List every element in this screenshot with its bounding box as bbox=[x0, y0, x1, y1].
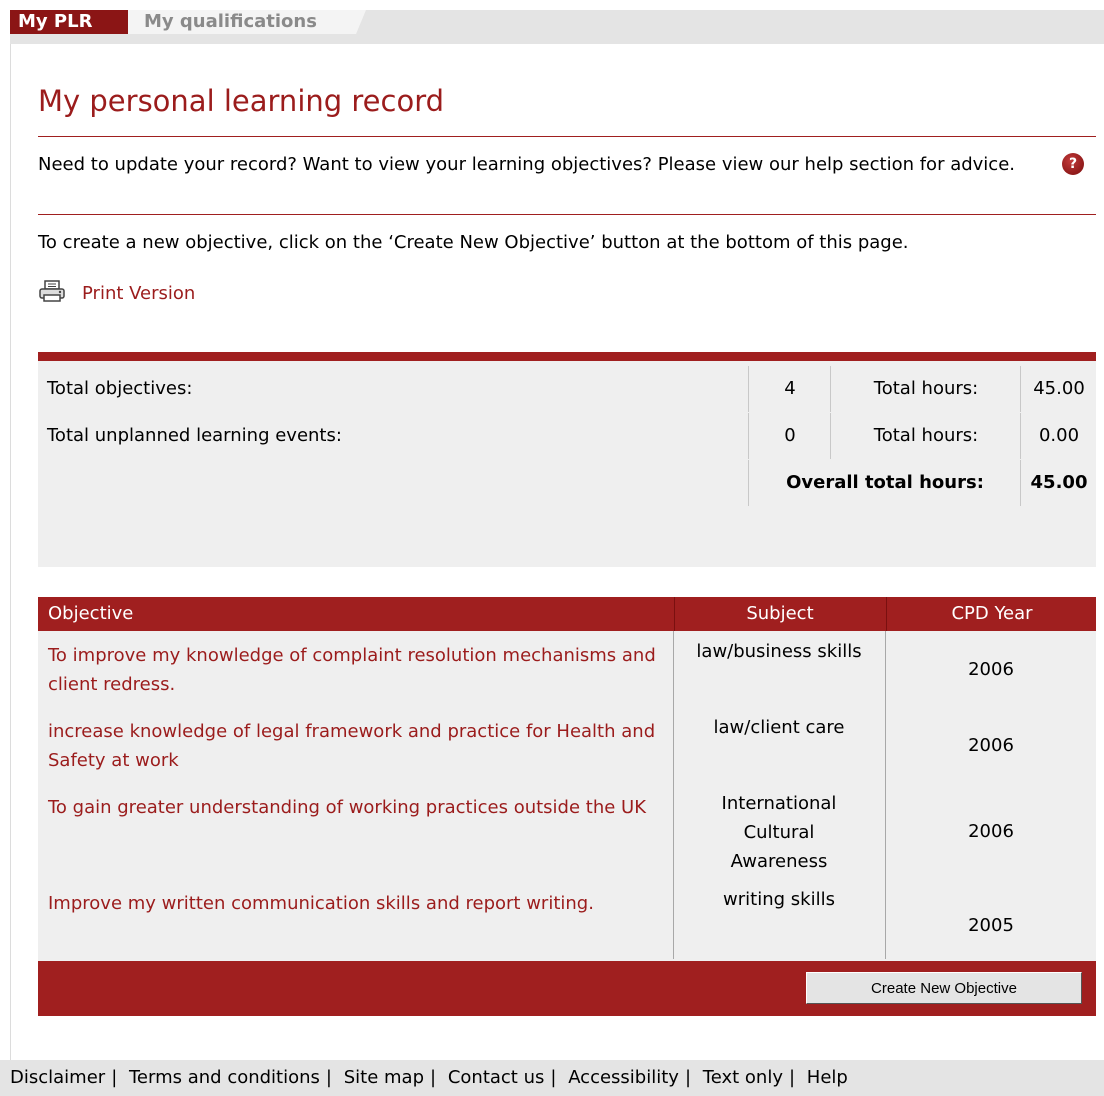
column-divider bbox=[885, 631, 886, 959]
objective-link[interactable]: increase knowledge of legal framework an… bbox=[48, 717, 668, 775]
column-header-objective: Objective bbox=[48, 603, 134, 624]
totals-row-unplanned: Total unplanned learning events: 0 Total… bbox=[38, 413, 1096, 459]
totals-summary: Total objectives: 4 Total hours: 45.00 T… bbox=[38, 361, 1096, 567]
footer-link-text-only[interactable]: Text only bbox=[703, 1067, 783, 1088]
totals-count: 4 bbox=[748, 366, 831, 412]
table-row: To improve my knowledge of complaint res… bbox=[38, 631, 1096, 707]
totals-hours-value: 0.00 bbox=[1020, 413, 1097, 459]
totals-row-overall: Overall total hours: 45.00 bbox=[38, 460, 1096, 506]
table-body: To improve my knowledge of complaint res… bbox=[38, 631, 1096, 961]
help-divider bbox=[38, 214, 1096, 215]
footer-link-terms[interactable]: Terms and conditions bbox=[129, 1067, 320, 1088]
help-text: Need to update your record? Want to view… bbox=[38, 154, 1015, 175]
footer-link-site-map[interactable]: Site map bbox=[344, 1067, 424, 1088]
table-row: Improve my written communication skills … bbox=[38, 879, 1096, 961]
printer-icon[interactable] bbox=[38, 280, 68, 304]
totals-label: Total unplanned learning events: bbox=[47, 425, 342, 446]
totals-count: 0 bbox=[748, 413, 831, 459]
tab-my-plr[interactable]: My PLR bbox=[10, 10, 138, 34]
page-title: My personal learning record bbox=[38, 84, 445, 118]
overall-hours-label: Overall total hours: bbox=[748, 460, 1021, 506]
table-row: To gain greater understanding of working… bbox=[38, 783, 1096, 879]
table-footer-bar: Create New Objective bbox=[38, 961, 1096, 1016]
column-divider bbox=[673, 631, 674, 959]
content-left-border bbox=[10, 44, 11, 1068]
objective-link[interactable]: To gain greater understanding of working… bbox=[48, 793, 668, 822]
totals-label: Total objectives: bbox=[47, 378, 193, 399]
subject-cell: International Cultural Awareness bbox=[721, 793, 837, 872]
cpd-year-cell: 2006 bbox=[968, 821, 1014, 842]
cpd-year-cell: 2006 bbox=[968, 659, 1014, 680]
objective-link[interactable]: To improve my knowledge of complaint res… bbox=[48, 641, 668, 699]
footer-link-help[interactable]: Help bbox=[807, 1067, 848, 1088]
create-new-objective-button[interactable]: Create New Objective bbox=[806, 972, 1082, 1004]
footer-link-contact-us[interactable]: Contact us bbox=[448, 1067, 545, 1088]
objectives-table: Objective Subject CPD Year To improve my… bbox=[38, 597, 1096, 961]
subject-cell: writing skills bbox=[723, 889, 835, 910]
tab-my-qualifications[interactable]: My qualifications bbox=[128, 10, 366, 34]
table-header: Objective Subject CPD Year bbox=[38, 597, 1096, 631]
column-header-cpd-year: CPD Year bbox=[886, 597, 1097, 631]
totals-row-objectives: Total objectives: 4 Total hours: 45.00 bbox=[38, 366, 1096, 412]
subject-cell: law/business skills bbox=[696, 641, 862, 662]
table-row: increase knowledge of legal framework an… bbox=[38, 707, 1096, 783]
cpd-year-cell: 2005 bbox=[968, 915, 1014, 936]
footer-link-accessibility[interactable]: Accessibility bbox=[568, 1067, 679, 1088]
totals-hours-value: 45.00 bbox=[1020, 366, 1097, 412]
create-instructions: To create a new objective, click on the … bbox=[38, 232, 909, 253]
objective-link[interactable]: Improve my written communication skills … bbox=[48, 889, 668, 918]
column-header-subject: Subject bbox=[674, 597, 885, 631]
totals-hours-label: Total hours: bbox=[830, 366, 1021, 412]
cpd-year-cell: 2006 bbox=[968, 735, 1014, 756]
overall-hours-value: 45.00 bbox=[1020, 460, 1097, 506]
totals-hours-label: Total hours: bbox=[830, 413, 1021, 459]
print-version-link[interactable]: Print Version bbox=[82, 283, 195, 304]
subject-cell: law/client care bbox=[713, 717, 845, 738]
site-footer: Disclaimer | Terms and conditions | Site m… bbox=[0, 1060, 1104, 1096]
tab-bar: My PLR My qualifications bbox=[10, 10, 1104, 44]
title-divider bbox=[38, 136, 1096, 137]
totals-header-bar bbox=[38, 352, 1096, 361]
question-mark-icon[interactable]: ? bbox=[1062, 153, 1084, 175]
footer-link-disclaimer[interactable]: Disclaimer bbox=[10, 1067, 105, 1088]
